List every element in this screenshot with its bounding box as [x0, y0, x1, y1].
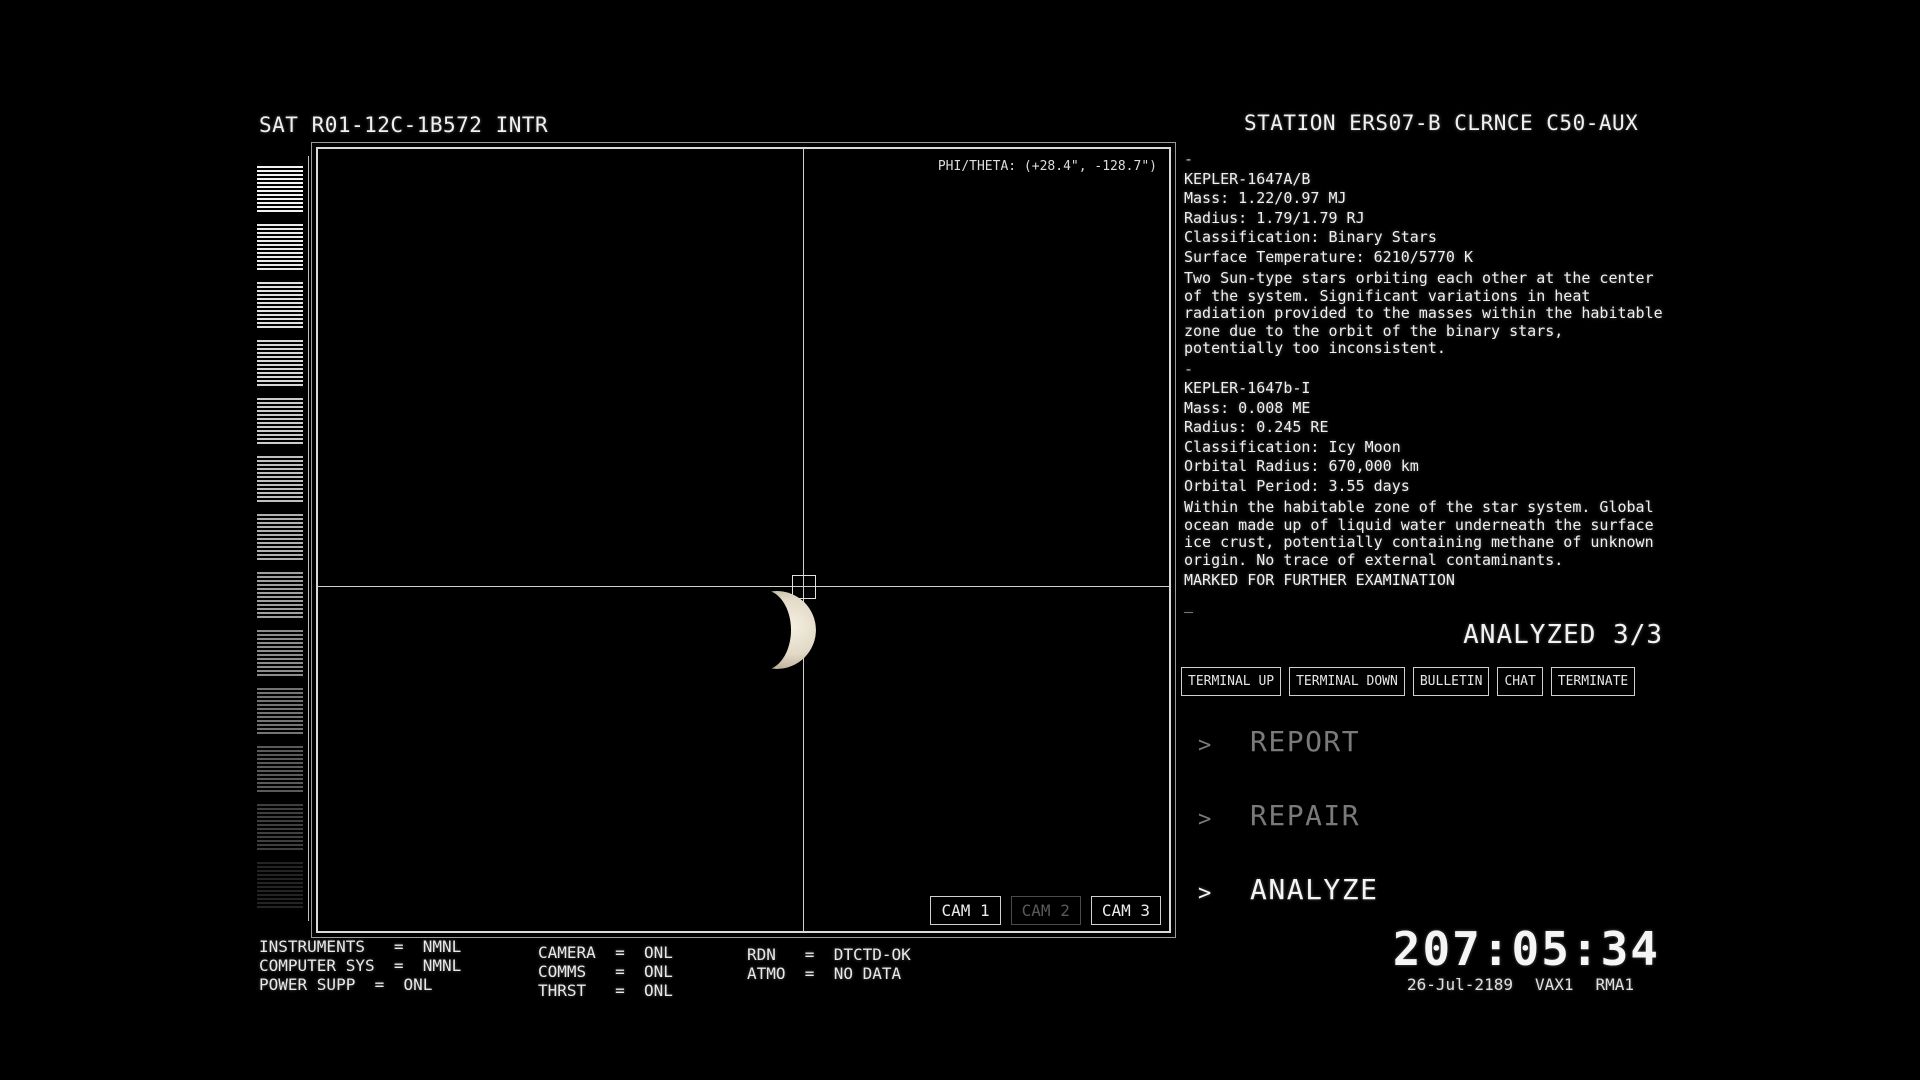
- chat-button[interactable]: CHAT: [1497, 667, 1543, 696]
- menu-item-label: REPORT: [1250, 725, 1361, 758]
- terminate-button[interactable]: TERMINATE: [1550, 667, 1636, 696]
- moon-name: KEPLER-1647b-I: [1184, 379, 1311, 397]
- clock-code-vax: VAX1: [1534, 975, 1574, 994]
- menu-item-label: REPAIR: [1250, 799, 1361, 832]
- status-line-thrust: THRST = ONL: [538, 981, 673, 1000]
- camera-selector: CAM 1 CAM 2 CAM 3: [930, 896, 1161, 925]
- status-group-systems: INSTRUMENTS = NMNL COMPUTER SYS = NMNL POW…: [259, 937, 461, 994]
- star-description: Two Sun-type stars orbiting each other a…: [1184, 269, 1663, 357]
- terminal-up-button[interactable]: TERMINAL UP: [1181, 667, 1282, 696]
- moon-classification: Classification: Icy Moon: [1184, 437, 1401, 456]
- star-mass: Mass: 1.22/0.97 MJ: [1184, 189, 1347, 207]
- clock-subline: 26-Jul-2189 VAX1 RMA1: [1407, 975, 1634, 994]
- texture-swatch[interactable]: [257, 514, 303, 560]
- station-id-title: STATION ERS07-B CLRNCE C50-AUX: [1244, 111, 1639, 135]
- status-line-atmosphere: ATMO = NO DATA: [747, 964, 902, 983]
- status-group-sensors: RDN = DTCTD-OK ATMO = NO DATA: [747, 945, 911, 983]
- analyzed-counter: ANALYZED 3/3: [1463, 620, 1663, 650]
- texture-swatch[interactable]: [257, 166, 303, 212]
- texture-swatch[interactable]: [257, 224, 303, 270]
- moon-description: Within the habitable zone of the star sy…: [1184, 498, 1654, 569]
- separator-dash: -: [1184, 150, 1194, 168]
- star-classification: Classification: Binary Stars: [1184, 228, 1437, 246]
- texture-swatch[interactable]: [257, 746, 303, 792]
- examination-flag: MARKED FOR FURTHER EXAMINATION: [1184, 571, 1455, 589]
- moon-orbital-radius: Orbital Radius: 670,000 km: [1184, 457, 1419, 475]
- menu-item-label: ANALYZE: [1250, 873, 1379, 906]
- texture-swatch[interactable]: [257, 572, 303, 618]
- cursor-underscore: _: [1184, 594, 1194, 613]
- status-group-hardware: CAMERA = ONL COMMS = ONL THRST = ONL: [538, 943, 673, 1000]
- clock-date: 26-Jul-2189: [1407, 975, 1513, 994]
- crosshair-horizontal: [318, 586, 1169, 587]
- texture-swatch[interactable]: [257, 340, 303, 386]
- star-radius: Radius: 1.79/1.79 RJ: [1184, 208, 1365, 227]
- cam-1-button[interactable]: CAM 1: [930, 896, 1001, 925]
- texture-swatch[interactable]: [257, 804, 303, 850]
- separator-dash: -: [1184, 359, 1194, 378]
- crosshair-vertical: [803, 149, 804, 931]
- star-temperature: Surface Temperature: 6210/5770 K: [1184, 247, 1473, 266]
- texture-swatch[interactable]: [257, 398, 303, 444]
- bulletin-button[interactable]: BULLETIN: [1412, 667, 1490, 696]
- chevron-right-icon: >: [1198, 733, 1213, 758]
- terminal-down-button[interactable]: TERMINAL DOWN: [1289, 667, 1405, 696]
- camera-viewport[interactable]: PHI/THETA: (+28.4", -128.7") CAM 1 CAM 2…: [316, 147, 1171, 933]
- cam-2-button[interactable]: CAM 2: [1010, 896, 1081, 925]
- status-line-comms: COMMS = ONL: [538, 962, 673, 981]
- phi-theta-readout: PHI/THETA: (+28.4", -128.7"): [937, 159, 1157, 174]
- clock-code-rma: RMA1: [1595, 975, 1635, 994]
- status-line-power: POWER SUPP = ONL: [259, 975, 433, 994]
- moon-orbital-period: Orbital Period: 3.55 days: [1184, 476, 1410, 495]
- mission-clock: 207:05:34: [1392, 922, 1660, 976]
- satellite-id-title: SAT R01-12C-1B572 INTR: [259, 113, 549, 137]
- analysis-terminal-output: - KEPLER-1647A/B Mass: 1.22/0.97 MJ Radi…: [1184, 150, 1664, 614]
- cam-3-button[interactable]: CAM 3: [1090, 896, 1161, 925]
- texture-swatch[interactable]: [257, 282, 303, 328]
- status-line-camera: CAMERA = ONL: [538, 943, 673, 962]
- texture-swatch[interactable]: [257, 630, 303, 676]
- terminal-toolbar: TERMINAL UP TERMINAL DOWN BULLETIN CHAT …: [1181, 667, 1636, 696]
- status-line-radiation: RDN = DTCTD-OK: [747, 945, 911, 964]
- chevron-right-icon: >: [1198, 807, 1213, 832]
- chevron-right-icon: >: [1198, 881, 1213, 906]
- texture-swatch[interactable]: [257, 688, 303, 734]
- texture-swatch[interactable]: [257, 862, 303, 908]
- star-name: KEPLER-1647A/B: [1184, 169, 1311, 188]
- texture-swatch-strip: [257, 156, 309, 921]
- status-line-computer: COMPUTER SYS = NMNL: [259, 956, 462, 975]
- moon-radius: Radius: 0.245 RE: [1184, 418, 1329, 436]
- moon-crescent-image: [738, 591, 816, 669]
- status-line-instruments: INSTRUMENTS = NMNL: [259, 937, 462, 956]
- texture-swatch[interactable]: [257, 456, 303, 502]
- moon-mass: Mass: 0.008 ME: [1184, 398, 1311, 417]
